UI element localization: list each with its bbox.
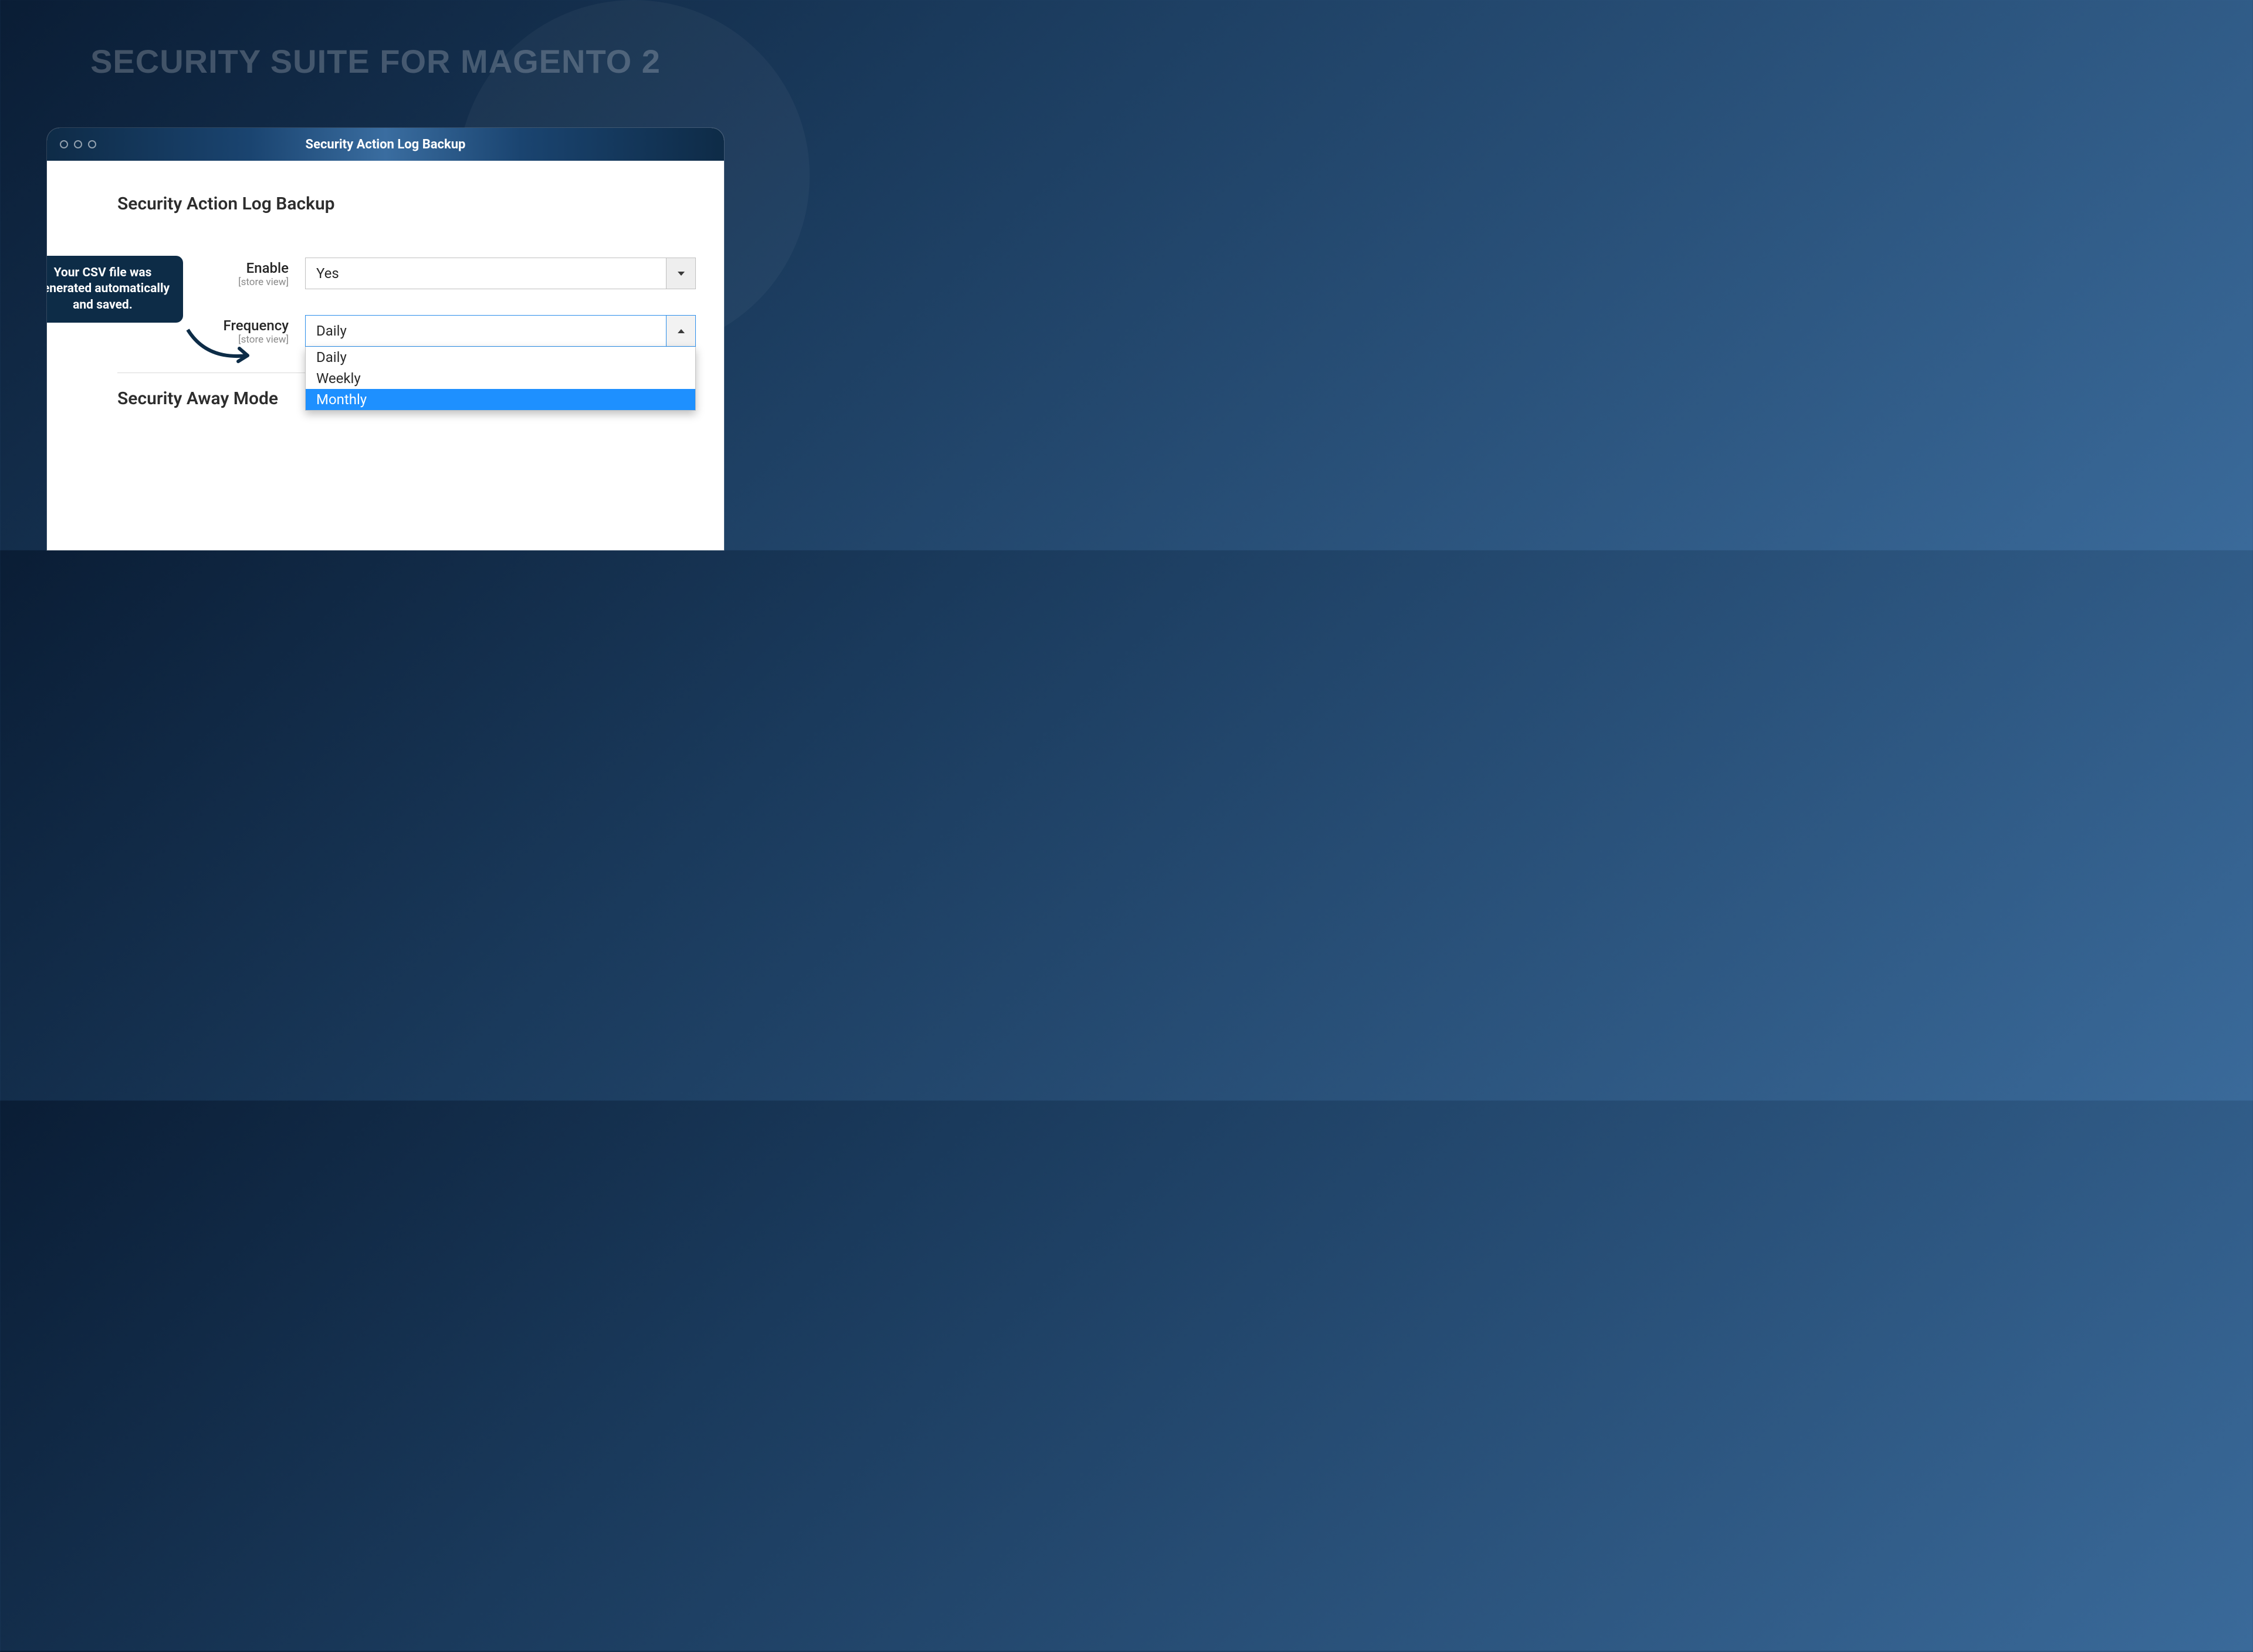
frequency-option-monthly[interactable]: Monthly (306, 389, 695, 410)
chevron-down-icon (666, 258, 695, 289)
frequency-select[interactable]: Daily (305, 315, 696, 347)
chevron-up-icon (666, 316, 695, 346)
traffic-lights-icon (60, 140, 96, 148)
section-title-backup: Security Action Log Backup (117, 194, 696, 214)
frequency-select-value: Daily (306, 323, 666, 339)
window-title: Security Action Log Backup (47, 137, 724, 152)
info-callout: Your CSV file was generated automaticall… (47, 256, 183, 323)
callout-arrow-icon (183, 325, 259, 372)
hero-title: SECURITY SUITE FOR MAGENTO 2 (0, 0, 751, 106)
settings-panel: Your CSV file was generated automaticall… (47, 161, 724, 409)
frequency-option-daily[interactable]: Daily (306, 347, 695, 368)
enable-row: Enable [store view] Yes (117, 258, 696, 289)
frequency-option-weekly[interactable]: Weekly (306, 368, 695, 389)
enable-select-value: Yes (306, 265, 666, 282)
window-titlebar: Security Action Log Backup (47, 128, 724, 161)
enable-select[interactable]: Yes (305, 258, 696, 289)
frequency-dropdown: Daily Weekly Monthly (305, 347, 696, 411)
browser-window: Security Action Log Backup Your CSV file… (47, 128, 724, 550)
